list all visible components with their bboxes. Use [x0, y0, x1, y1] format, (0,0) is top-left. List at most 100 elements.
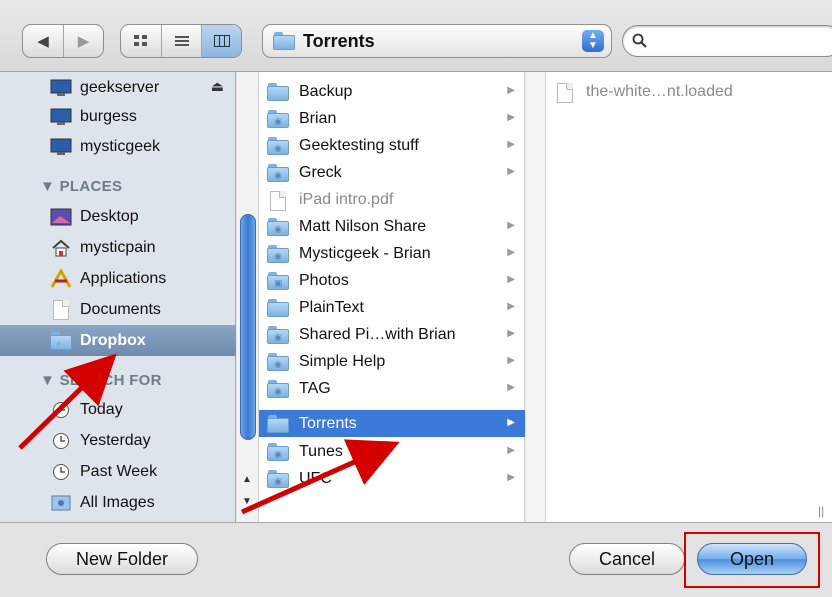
list-item[interactable]: ◉ Mysticgeek - Brian ▶ [259, 240, 525, 267]
disclosure-arrow-icon: ▶ [507, 417, 515, 428]
sidebar-item-label: Documents [80, 300, 161, 318]
eject-icon[interactable]: ⏏ [211, 78, 224, 95]
sidebar-item-burgess[interactable]: burgess [0, 101, 236, 132]
sidebar-item-dropbox[interactable]: ▫ Dropbox [0, 325, 236, 356]
item-label: Shared Pi…with Brian [299, 325, 456, 343]
list-item[interactable]: ◉ Greck ▶ [259, 159, 525, 186]
disclosure-arrow-icon: ▶ [507, 274, 515, 285]
item-label: Matt Nilson Share [299, 217, 427, 235]
shared-folder-icon: ◉ [267, 163, 289, 182]
clock-icon [50, 431, 72, 451]
sidebar-item-documents[interactable]: Documents [0, 294, 236, 325]
annotation-highlight-box [684, 532, 820, 588]
list-item[interactable]: ◉ Tunes ▶ [259, 438, 525, 465]
sidebar-item-mysticpain[interactable]: mysticpain [0, 232, 236, 263]
disclosure-arrow-icon: ▶ [507, 382, 515, 393]
disclosure-arrow-icon: ▶ [507, 247, 515, 258]
sidebar-item-label: Applications [80, 269, 167, 287]
search-input[interactable] [622, 25, 832, 57]
shared-folder-icon: ◉ [267, 244, 289, 263]
item-label: the-white…nt.loaded [586, 82, 733, 100]
list-item[interactable]: ◉ Brian ▶ [259, 105, 525, 132]
item-label: Torrents [299, 414, 357, 432]
scroll-down-icon[interactable]: ▼ [242, 496, 252, 507]
folder-icon [267, 298, 289, 317]
sidebar-item-label: Past Week [80, 462, 158, 480]
path-popup[interactable]: Torrents ▲ ▼ [262, 24, 612, 58]
clock-icon [50, 400, 72, 420]
sidebar-scrollbar[interactable]: ▲ ▼ [237, 76, 259, 516]
disclosure-arrow-icon: ▶ [507, 445, 515, 456]
item-label: Backup [299, 82, 353, 100]
images-icon [50, 493, 72, 513]
home-icon [50, 238, 72, 258]
shared-folder-icon: ◉ [267, 442, 289, 461]
sidebar-item-label: Dropbox [80, 331, 146, 349]
desktop-icon [50, 207, 72, 227]
folder-icon: ▫ [50, 331, 72, 351]
list-item[interactable]: ◉ Simple Help ▶ [259, 348, 525, 375]
list-item[interactable]: ◉ UFC ▶ [259, 465, 525, 492]
column-view-button[interactable] [201, 25, 241, 57]
column-resize-handle[interactable]: || [818, 504, 824, 518]
list-item[interactable]: ◉ Shared Pi…with Brian ▶ [259, 321, 525, 348]
scrollbar-thumb[interactable] [240, 214, 256, 440]
places-header[interactable]: ▼ PLACES [40, 178, 122, 195]
list-item[interactable]: ◉ Matt Nilson Share ▶ [259, 213, 525, 240]
list-item-selected[interactable]: Torrents ▶ [259, 410, 525, 437]
list-item[interactable]: ◉ TAG ▶ [259, 375, 525, 402]
forward-arrow-icon[interactable]: ▶ [63, 25, 103, 57]
scroll-up-icon[interactable]: ▲ [242, 474, 252, 485]
disclosure-arrow-icon: ▶ [507, 85, 515, 96]
sidebar: geekserver ⏏ burgess mysticgeek ▼ PLACES… [0, 72, 236, 522]
item-label: Simple Help [299, 352, 386, 370]
list-item[interactable]: PlainText ▶ [259, 294, 525, 321]
sidebar-item-label: Desktop [80, 207, 139, 225]
folder-icon [267, 82, 289, 101]
list-item[interactable]: ▣ Photos ▶ [259, 267, 525, 294]
item-label: TAG [299, 379, 331, 397]
item-label: Photos [299, 271, 349, 289]
photos-folder-icon: ▣ [267, 271, 289, 290]
item-label: Geektesting stuff [299, 136, 419, 154]
disclosure-arrow-icon: ▶ [507, 472, 515, 483]
list-view-button[interactable] [161, 25, 201, 57]
item-label: Greck [299, 163, 342, 181]
sidebar-item-geekserver[interactable]: geekserver ⏏ [0, 72, 236, 103]
item-label: Mysticgeek - Brian [299, 244, 431, 262]
column-divider[interactable] [526, 72, 546, 522]
sidebar-item-all-images[interactable]: All Images [0, 487, 236, 518]
sidebar-item-label: mysticgeek [80, 137, 161, 155]
pdf-file-icon [267, 190, 289, 211]
sidebar-item-applications[interactable]: Applications [0, 263, 236, 294]
shared-folder-icon: ◉ [267, 109, 289, 128]
sidebar-item-today[interactable]: Today [0, 394, 236, 425]
sidebar-item-past-week[interactable]: Past Week [0, 456, 236, 487]
sidebar-item-desktop[interactable]: Desktop [0, 201, 236, 232]
shared-folder-icon: ◉ [267, 136, 289, 155]
sidebar-item-yesterday[interactable]: Yesterday [0, 425, 236, 456]
sidebar-item-mysticgeek[interactable]: mysticgeek [0, 131, 236, 162]
file-icon [554, 82, 576, 103]
disclosure-arrow-icon: ▶ [507, 139, 515, 150]
cancel-button[interactable]: Cancel [569, 543, 685, 575]
list-item[interactable]: Backup ▶ [259, 78, 525, 105]
computer-icon [50, 107, 72, 127]
popup-stepper-icon: ▲ ▼ [582, 30, 604, 52]
server-icon [50, 78, 72, 98]
folder-icon [273, 32, 295, 50]
shared-folder-icon: ◉ [267, 217, 289, 236]
shared-folder-icon: ◉ [267, 379, 289, 398]
folder-icon [267, 414, 289, 433]
list-item[interactable]: ◉ Geektesting stuff ▶ [259, 132, 525, 159]
item-label: Tunes [299, 442, 343, 460]
search-for-header[interactable]: ▼ SEARCH FOR [40, 372, 162, 389]
disclosure-arrow-icon: ▶ [507, 112, 515, 123]
computer-icon [50, 137, 72, 157]
back-arrow-icon[interactable]: ◀ [23, 25, 63, 57]
new-folder-button[interactable]: New Folder [46, 543, 198, 575]
search-icon [632, 33, 647, 48]
toolbar: ◀ ▶ Torrents ▲ ▼ [0, 0, 832, 72]
icon-view-button[interactable] [121, 25, 161, 57]
sidebar-item-label: All Images [80, 493, 155, 511]
